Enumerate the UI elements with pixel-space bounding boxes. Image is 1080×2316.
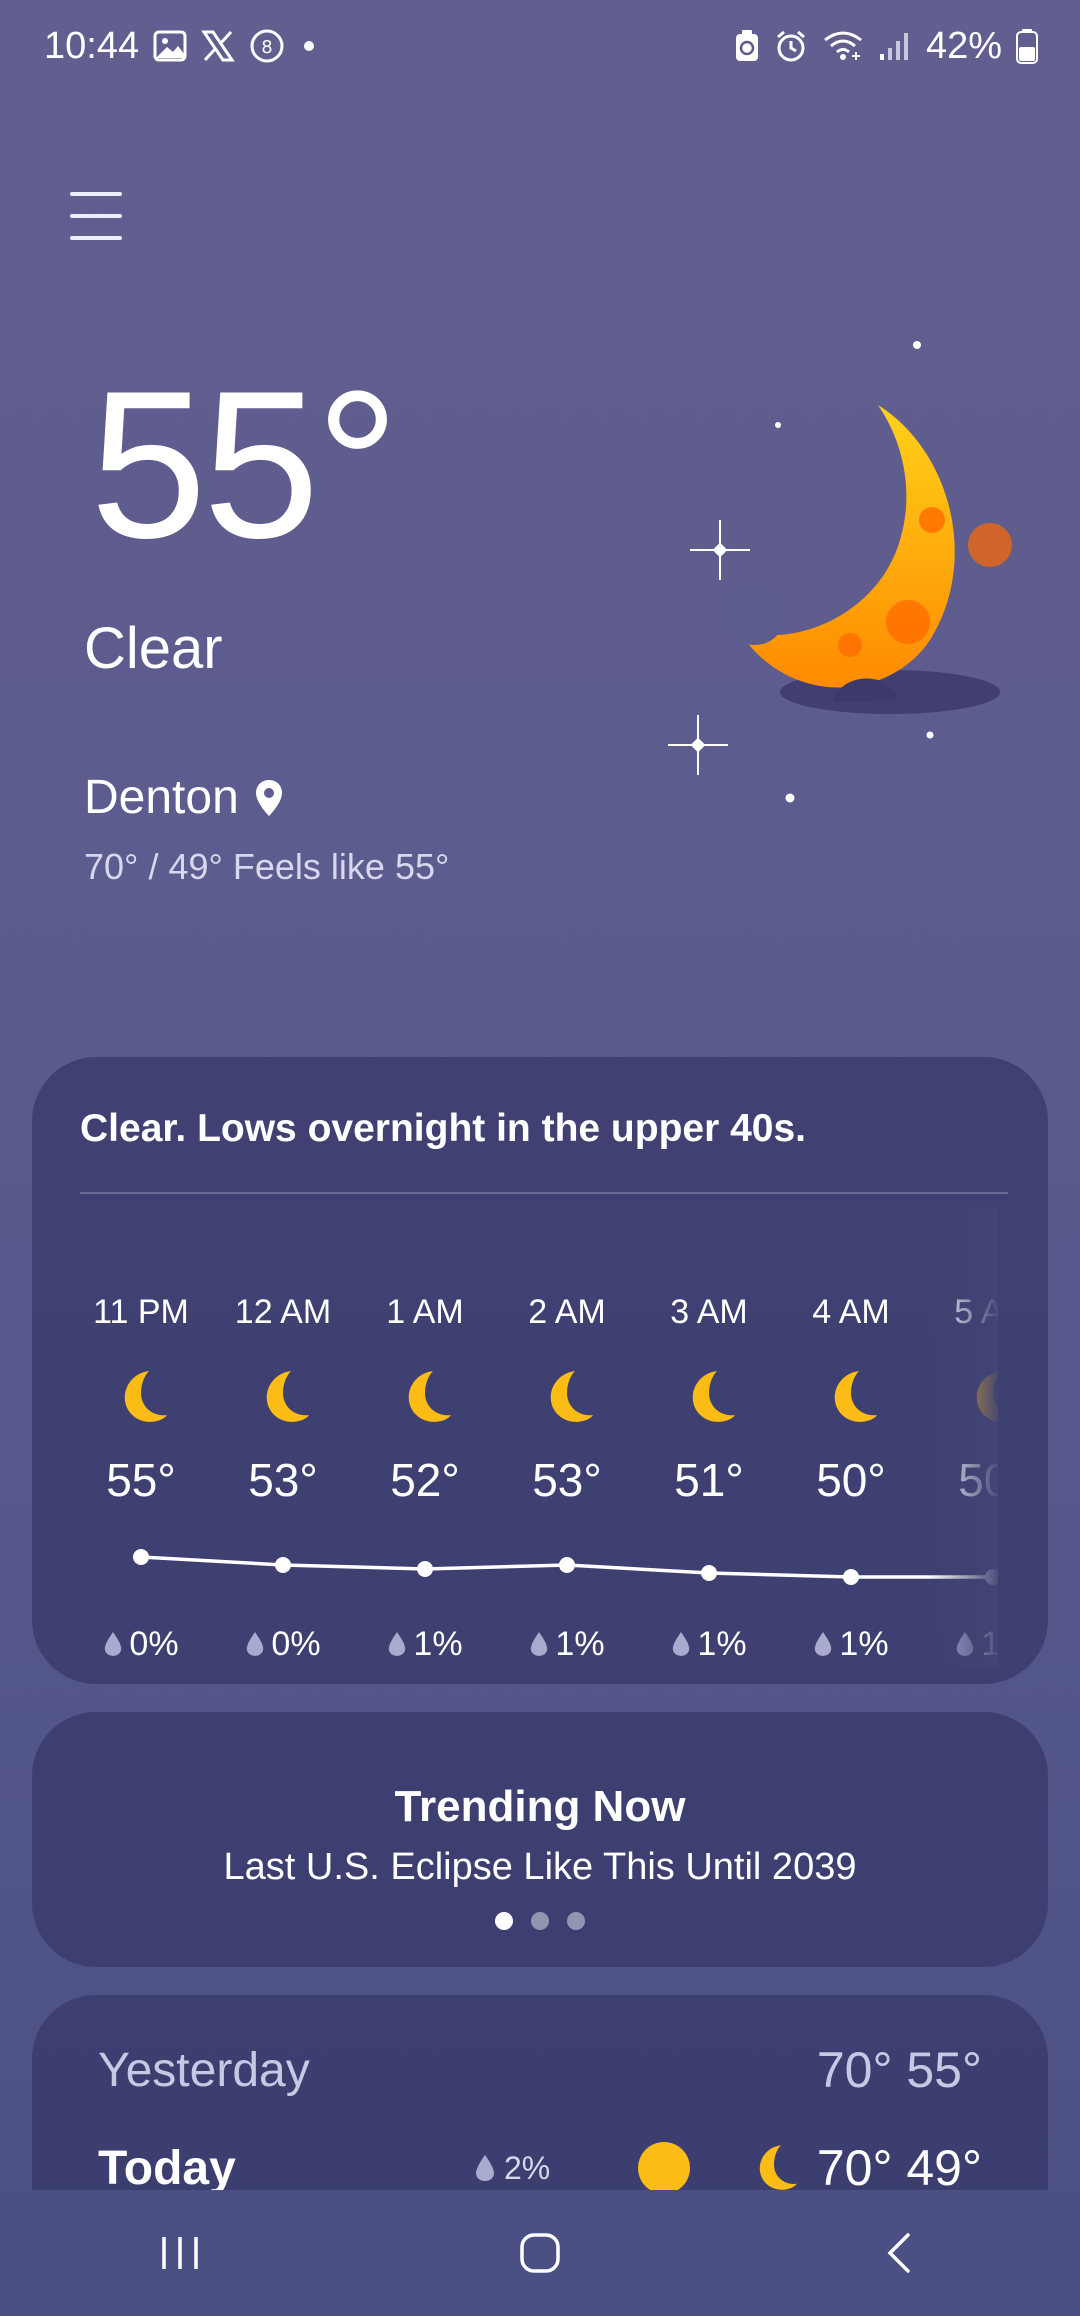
hour-precip: 1% bbox=[671, 1625, 747, 1663]
day-label: Yesterday bbox=[98, 2043, 310, 2097]
day-temps: 70° 49° bbox=[816, 2140, 982, 2196]
status-bar: 10:44 8 42% bbox=[0, 0, 1080, 92]
hour-precip-value: 1% bbox=[839, 1625, 889, 1663]
trending-headline[interactable]: Last U.S. Eclipse Like This Until 2039 bbox=[32, 1846, 1048, 1889]
pager-dot[interactable] bbox=[567, 1912, 585, 1930]
wifi-icon bbox=[822, 30, 864, 62]
location-pin-icon bbox=[255, 779, 282, 816]
hour-precip-value: 1% bbox=[697, 1625, 747, 1663]
moon-icon bbox=[759, 2145, 797, 2190]
day-precip: 2% bbox=[474, 2150, 550, 2187]
threads-icon: 8 bbox=[249, 28, 285, 64]
back-icon bbox=[887, 2233, 910, 2273]
hour-precip-value: 0% bbox=[271, 1625, 321, 1663]
trending-now-card[interactable]: Trending Now Last U.S. Eclipse Like This… bbox=[32, 1712, 1048, 1967]
hour-time: 3 AM bbox=[670, 1293, 748, 1331]
status-time: 10:44 bbox=[44, 24, 140, 67]
hour-precip: 0% bbox=[103, 1625, 179, 1663]
daily-row-yesterday[interactable]: Yesterday 70° 55° bbox=[98, 2035, 982, 2105]
raindrop-icon bbox=[531, 1632, 548, 1656]
trending-title: Trending Now bbox=[394, 1782, 686, 1831]
hour-column[interactable]: 4 AM 50° 1% bbox=[780, 1207, 922, 1667]
hour-precip-value: 1% bbox=[555, 1625, 605, 1663]
status-right: 42% bbox=[734, 25, 1038, 68]
pager-dot[interactable] bbox=[495, 1912, 513, 1930]
status-left: 10:44 8 bbox=[44, 25, 319, 68]
recent-apps-icon bbox=[162, 2237, 198, 2269]
scroll-fade bbox=[928, 1207, 998, 1667]
home-button[interactable] bbox=[480, 2213, 600, 2293]
hour-precip: 1% bbox=[529, 1625, 605, 1663]
hour-temperature: 53° bbox=[248, 1454, 318, 1506]
location-name: Denton bbox=[84, 771, 239, 824]
location-button[interactable]: Denton bbox=[84, 770, 285, 825]
moon-icon bbox=[408, 1371, 451, 1422]
high-low-feels-like: 70° / 49° Feels like 55° bbox=[84, 846, 450, 887]
raindrop-icon bbox=[476, 2155, 494, 2181]
hour-time: 11 PM bbox=[93, 1293, 189, 1331]
hour-precip: 1% bbox=[387, 1625, 463, 1663]
back-button[interactable] bbox=[840, 2213, 960, 2293]
system-nav-bar bbox=[0, 2190, 1080, 2316]
current-temperature: 55° bbox=[90, 347, 400, 582]
raindrop-icon bbox=[389, 1632, 406, 1656]
menu-line bbox=[70, 214, 122, 218]
hour-column[interactable]: 3 AM 51° 1% bbox=[638, 1207, 780, 1667]
hour-precip: 0% bbox=[245, 1625, 321, 1663]
day-label: Today bbox=[98, 2141, 236, 2195]
raindrop-icon bbox=[105, 1632, 122, 1656]
alarm-icon bbox=[774, 29, 808, 63]
raindrop-icon bbox=[815, 1632, 832, 1656]
battery-icon bbox=[1016, 28, 1038, 64]
hour-column[interactable]: 1 AM 52° 1% bbox=[354, 1207, 496, 1667]
hour-temperature: 52° bbox=[390, 1454, 460, 1506]
moon-icon bbox=[550, 1371, 593, 1422]
day-temps: 70° 55° bbox=[816, 2042, 982, 2098]
moon-icon bbox=[266, 1371, 309, 1422]
recent-apps-button[interactable] bbox=[120, 2213, 240, 2293]
hour-precip: 1% bbox=[813, 1625, 889, 1663]
dot-icon bbox=[299, 36, 319, 56]
forecast-summary: Clear. Lows overnight in the upper 40s. bbox=[80, 1107, 806, 1150]
hour-time: 1 AM bbox=[386, 1293, 464, 1331]
battery-percent: 42% bbox=[925, 24, 1002, 67]
current-condition: Clear bbox=[84, 616, 223, 681]
moon-icon bbox=[834, 1371, 877, 1422]
hour-time: 2 AM bbox=[528, 1293, 606, 1331]
hour-temperature: 51° bbox=[674, 1454, 744, 1506]
hour-precip-value: 0% bbox=[129, 1625, 179, 1663]
hour-column[interactable]: 12 AM 53° 0% bbox=[212, 1207, 354, 1667]
hour-column[interactable]: 11 PM 55° 0% bbox=[70, 1207, 212, 1667]
day-precip-value: 2% bbox=[504, 2149, 551, 2186]
hour-temperature: 53° bbox=[532, 1454, 602, 1506]
hour-column[interactable]: 2 AM 53° 1% bbox=[496, 1207, 638, 1667]
pager-dot[interactable] bbox=[531, 1912, 549, 1930]
raindrop-icon bbox=[247, 1632, 264, 1656]
hour-precip-value: 1% bbox=[413, 1625, 463, 1663]
menu-line bbox=[70, 236, 122, 240]
divider bbox=[80, 1192, 1008, 1194]
x-app-icon bbox=[201, 30, 235, 62]
menu-line bbox=[70, 192, 122, 196]
hourly-forecast-card[interactable]: Clear. Lows overnight in the upper 40s. … bbox=[32, 1057, 1048, 1684]
menu-button[interactable] bbox=[70, 192, 122, 240]
pager-dots bbox=[32, 1912, 1048, 1930]
signal-icon bbox=[878, 30, 912, 62]
hourly-scroll-area[interactable]: 11 PM 55° 0% 12 AM 53° 0% 1 AM 52° 1% 2 AM 53° 1% 3 … bbox=[70, 1207, 998, 1667]
sun-icon bbox=[638, 2142, 690, 2194]
gallery-icon bbox=[153, 30, 187, 62]
hour-time: 4 AM bbox=[812, 1293, 890, 1331]
hour-temperature: 50° bbox=[816, 1454, 886, 1506]
home-icon bbox=[520, 2233, 560, 2273]
hourly-strip: 11 PM 55° 0% 12 AM 53° 0% 1 AM 52° 1% 2 AM 53° 1% 3 … bbox=[70, 1207, 998, 1667]
svg-text:8: 8 bbox=[261, 37, 272, 58]
moon-icon bbox=[124, 1371, 167, 1422]
clear-night-moon-icon bbox=[668, 341, 1012, 803]
raindrop-icon bbox=[673, 1632, 690, 1656]
moon-icon bbox=[692, 1371, 735, 1422]
hour-time: 12 AM bbox=[234, 1293, 332, 1331]
battery-saver-icon bbox=[734, 29, 760, 63]
hour-temperature: 55° bbox=[106, 1454, 176, 1506]
